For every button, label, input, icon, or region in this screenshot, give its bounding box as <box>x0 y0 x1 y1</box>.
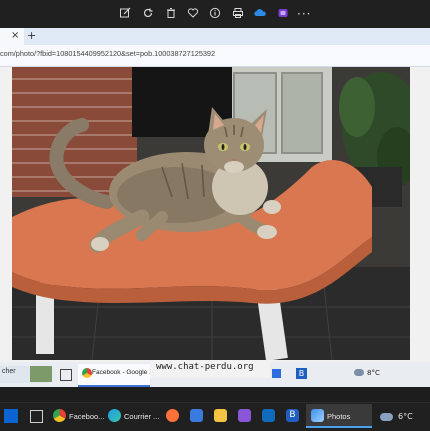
edge-icon[interactable] <box>108 409 121 422</box>
inner-search-label: cher <box>2 368 16 375</box>
inner-chrome-label: Facebook - Google ... <box>92 369 155 376</box>
file-explorer-icon[interactable] <box>214 409 227 422</box>
heart-icon[interactable] <box>186 7 200 21</box>
weather-text: 6°C <box>398 412 413 421</box>
task-view-icon[interactable] <box>30 410 43 423</box>
print-icon[interactable] <box>231 7 245 21</box>
b-app-icon[interactable]: B <box>286 409 299 422</box>
new-tab-button[interactable]: + <box>27 29 37 43</box>
inner-chrome-icon <box>82 368 92 378</box>
edit-icon[interactable] <box>118 7 132 21</box>
chrome-icon[interactable] <box>53 409 66 422</box>
start-icon[interactable] <box>4 409 18 423</box>
url-text: com/photo/?fbid=1080154409952120&set=pob… <box>0 49 216 58</box>
inner-weather-icon <box>354 369 364 376</box>
cat-photo-illustration <box>12 67 422 361</box>
photos-icon[interactable] <box>311 409 324 422</box>
clipchamp-icon[interactable] <box>276 7 290 21</box>
watermark-text: www.chat-perdu.org <box>156 362 254 372</box>
inner-weather-text: 8°C <box>367 369 380 377</box>
tab-close-icon[interactable]: × <box>11 29 21 43</box>
taskbar-item-courrier-label[interactable]: Courrier ... <box>124 412 159 421</box>
onedrive-icon[interactable] <box>253 7 267 21</box>
inner-task-view-icon[interactable] <box>60 369 72 381</box>
outlook-icon[interactable] <box>262 409 275 422</box>
inner-b-app-icon[interactable]: B <box>296 368 307 379</box>
taskbar-item-facebook-label[interactable]: Faceboo... <box>69 412 104 421</box>
weather-icon <box>380 413 393 421</box>
info-icon[interactable] <box>208 7 222 21</box>
photos-toolbar: ··· <box>0 0 430 28</box>
taskbar-item-photos-label[interactable]: Photos <box>327 412 350 421</box>
inner-search-thumbnail <box>30 366 52 382</box>
more-icon[interactable]: ··· <box>297 7 311 21</box>
store-icon[interactable] <box>190 409 203 422</box>
delete-icon[interactable] <box>164 7 178 21</box>
rotate-icon[interactable] <box>141 7 155 21</box>
browser-tab-strip <box>0 28 430 45</box>
firefox-icon[interactable] <box>166 409 179 422</box>
viewer-gap <box>0 387 430 402</box>
facebook-photo <box>12 67 422 361</box>
visual-studio-icon[interactable] <box>238 409 251 422</box>
inner-mail-icon[interactable] <box>272 369 281 378</box>
